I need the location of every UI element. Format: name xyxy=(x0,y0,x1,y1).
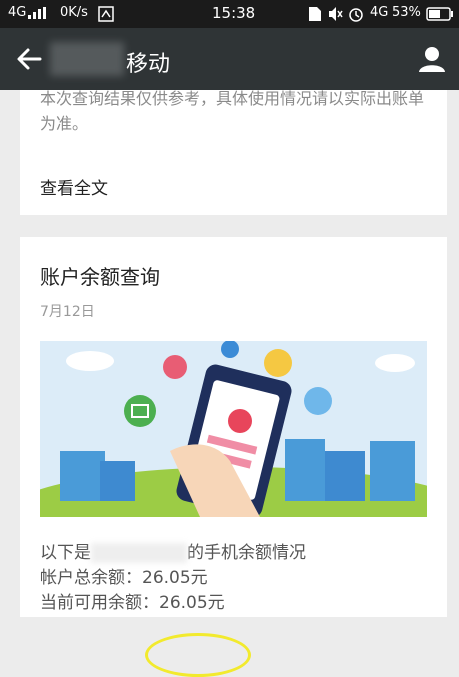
battery-icon xyxy=(426,7,454,25)
total-balance-value: 26.05元 xyxy=(142,568,208,588)
article-excerpt: 本次查询结果仅供参考，具体使用情况请以实际出账单为准。 xyxy=(40,89,425,133)
app-bar: 移动 xyxy=(0,28,459,90)
profile-icon[interactable] xyxy=(417,44,447,74)
banner-illustration xyxy=(40,341,427,517)
signal-icon xyxy=(28,7,50,23)
network-indicator: 4G xyxy=(8,5,27,20)
balance-line-total: 帐户总余额：26.05元 xyxy=(40,568,208,588)
network-type: 4G xyxy=(370,5,389,20)
page-title: 移动 xyxy=(126,52,171,77)
highlight-circle xyxy=(145,633,251,677)
coins-icon xyxy=(163,355,187,379)
card-title: 账户余额查询 xyxy=(40,265,160,289)
back-arrow-icon[interactable] xyxy=(14,44,44,74)
article-card[interactable]: 本次查询结果仅供参考，具体使用情况请以实际出账单为准。 查看全文 xyxy=(20,89,447,215)
balance-line-available: 当前可用余额：26.05元 xyxy=(40,593,225,613)
balance-line-intro: 以下是 的手机余额情况 xyxy=(40,543,306,563)
read-all-link[interactable]: 查看全文 xyxy=(40,174,108,199)
sim-icon xyxy=(308,6,322,26)
search-bubble-icon xyxy=(304,387,332,415)
status-bar: 4G 0K/s 15:38 4G 53% xyxy=(0,0,459,28)
balance-details: 以下是 的手机余额情况 帐户总余额：26.05元 当前可用余额：26.05元 xyxy=(40,541,306,677)
battery-percent: 53% xyxy=(392,5,421,20)
card-date: 7月12日 xyxy=(40,304,95,320)
mail-icon xyxy=(124,395,156,427)
alarm-icon xyxy=(348,6,364,26)
available-balance-value: 26.05元 xyxy=(159,593,225,613)
mute-icon xyxy=(327,6,343,26)
document-icon xyxy=(264,349,292,377)
blurred-phone-number xyxy=(91,543,187,563)
notification-icon xyxy=(98,6,114,26)
balance-card[interactable]: 账户余额查询 7月12日 以下是 的手机余额情况 帐户总余额：26.05元 当前… xyxy=(20,237,447,677)
blurred-account-name xyxy=(50,42,124,76)
network-speed: 0K/s xyxy=(60,5,88,20)
status-time: 15:38 xyxy=(212,4,256,22)
